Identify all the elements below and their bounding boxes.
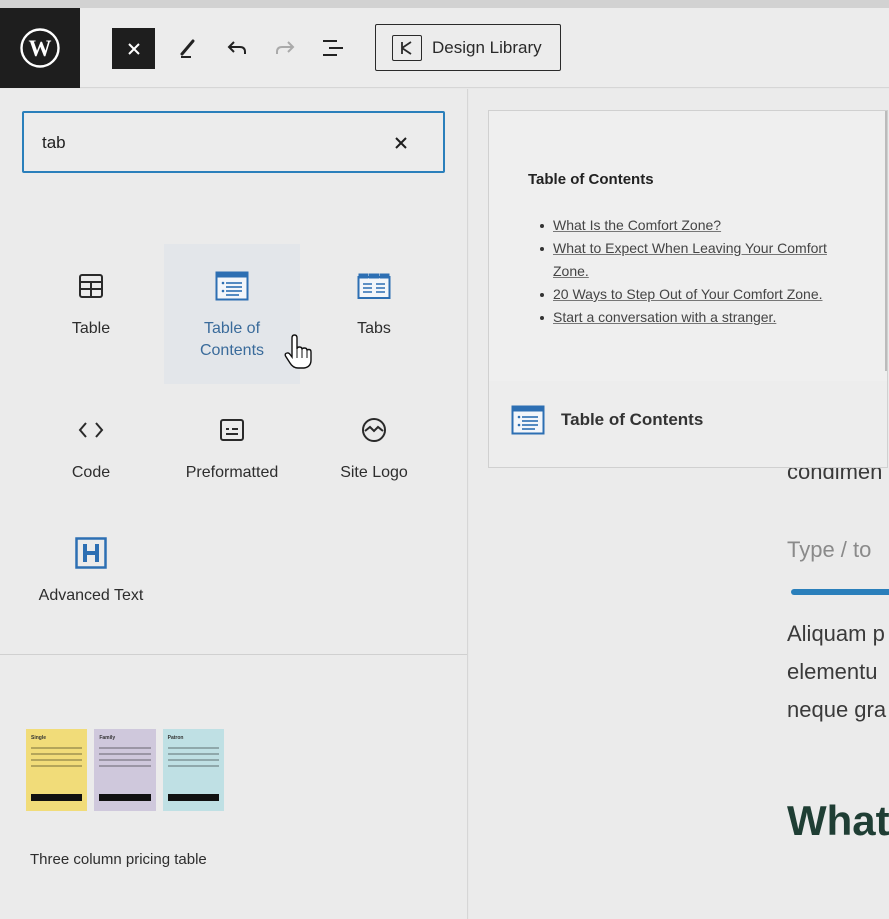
advanced-text-icon [73, 535, 109, 571]
preview-block-title: Table of Contents [561, 410, 704, 429]
document-overview-button[interactable] [315, 30, 351, 66]
preview-toc-title: Table of Contents [528, 171, 654, 188]
table-of-contents-icon [214, 268, 250, 304]
undo-icon [227, 41, 246, 54]
preview-footer: Table of Contents [511, 403, 703, 437]
block-label: Site Logo [340, 464, 408, 481]
pencil-icon [180, 39, 195, 58]
undo-button[interactable] [219, 30, 255, 66]
design-library-button[interactable]: Design Library [375, 24, 561, 71]
code-icon [73, 412, 109, 448]
paragraph-line: neque gra [787, 697, 887, 722]
tabs-icon [356, 268, 392, 304]
edit-tool-button[interactable] [170, 30, 206, 66]
block-label: Table [71, 320, 111, 337]
site-logo-icon [356, 412, 392, 448]
block-site-logo[interactable]: Site Logo [306, 388, 442, 528]
editor-toolbar: W Design Library [0, 0, 889, 88]
preview-frame: Table of Contents What Is the Comfort Zo… [489, 111, 887, 381]
block-label: Preformatted [185, 464, 279, 481]
pricing-card-family: Family [94, 729, 156, 811]
preview-toc-list: What Is the Comfort Zone? What to Expect… [537, 214, 857, 329]
close-icon [127, 42, 140, 55]
toc-item: What Is the Comfort Zone? [537, 214, 857, 237]
pricing-card-patron: Patron [162, 729, 224, 811]
design-library-label: Design Library [432, 37, 542, 57]
block-appender-placeholder[interactable]: Type / to [787, 537, 871, 563]
close-icon [395, 137, 407, 149]
editor-heading: What [787, 797, 889, 844]
preformatted-icon [214, 412, 250, 448]
close-inserter-button[interactable] [112, 28, 155, 69]
block-label: Tabs [357, 320, 391, 337]
toc-item: 20 Ways to Step Out of Your Comfort Zone… [537, 283, 857, 306]
redo-icon [276, 41, 295, 54]
clear-search-button[interactable] [389, 131, 413, 155]
block-preformatted[interactable]: Preformatted [164, 388, 300, 528]
pricing-card-title: Single [31, 735, 47, 741]
toc-item: What to Expect When Leaving Your Comfort… [537, 237, 857, 283]
svg-text:W: W [29, 36, 52, 61]
block-tabs[interactable]: Tabs [306, 244, 442, 384]
list-view-icon [323, 40, 343, 56]
block-table-of-contents[interactable]: Table of Contents [164, 244, 300, 384]
block-advanced-text[interactable]: Advanced Text [23, 511, 159, 651]
block-table[interactable]: Table [23, 244, 159, 384]
block-label: Advanced Text [38, 587, 144, 604]
toc-item: Start a conversation with a stranger. [537, 306, 857, 329]
block-code[interactable]: Code [23, 388, 159, 528]
preview-edge [885, 111, 887, 371]
pattern-preview-pricing[interactable]: Single Family Patron [26, 729, 224, 812]
wordpress-logo-icon: W [20, 28, 60, 68]
paragraph-line: elementu [787, 659, 878, 684]
block-preview-popover: Table of Contents What Is the Comfort Zo… [488, 110, 888, 468]
block-label: Table of Contents [199, 320, 265, 359]
pricing-card-title: Family [99, 735, 116, 741]
pricing-card-title: Patron [167, 735, 184, 741]
redo-button[interactable] [267, 30, 303, 66]
panel-divider [0, 654, 467, 655]
pricing-card-single: Single [26, 729, 88, 811]
toolbar-top-strip [0, 0, 889, 8]
block-search [22, 111, 445, 173]
paragraph-line: Aliquam p [787, 621, 885, 646]
hand-pointer-cursor-icon [284, 334, 312, 369]
separator-line [791, 589, 889, 595]
table-of-contents-icon [511, 405, 545, 435]
wordpress-logo-button[interactable]: W [0, 8, 80, 88]
search-input[interactable] [42, 131, 372, 155]
table-icon [73, 268, 109, 304]
kadence-logo-icon [392, 34, 422, 61]
block-label: Code [71, 464, 111, 481]
pattern-label: Three column pricing table [30, 851, 207, 868]
block-inserter-panel: Table Table of Contents Tabs [0, 89, 468, 919]
